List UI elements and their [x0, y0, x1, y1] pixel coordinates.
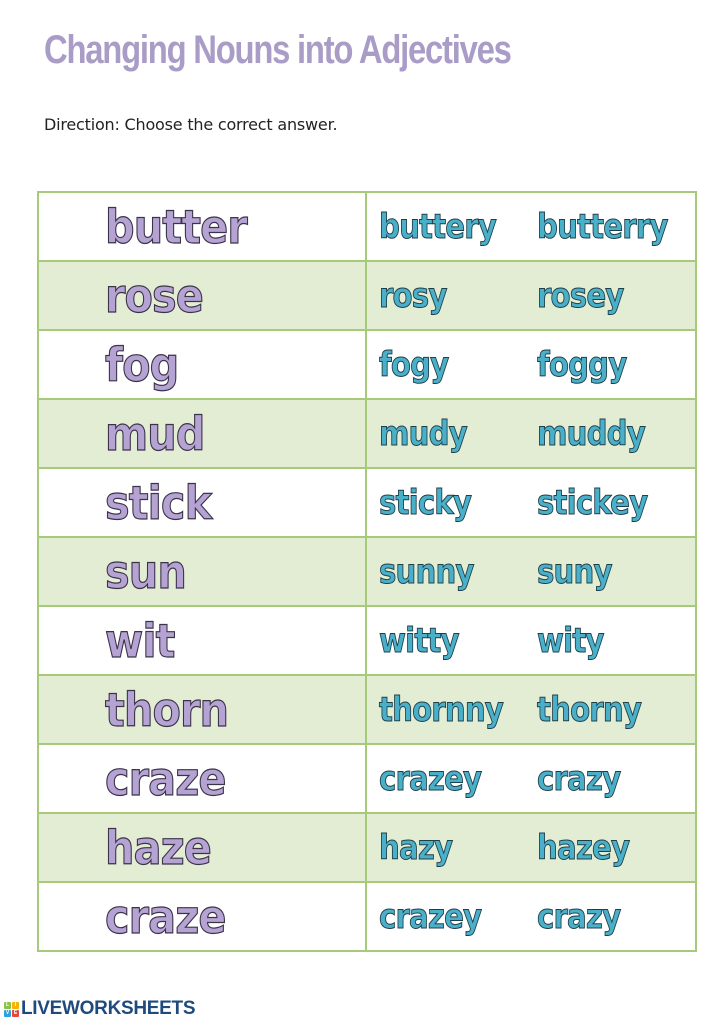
logo-cell: I [12, 1001, 19, 1009]
answer-option[interactable]: stickey [537, 485, 649, 520]
answer-option[interactable]: butterry [537, 209, 669, 244]
answer-table: butter buttery butterry rose rosy rosey fog fog… [37, 191, 697, 952]
answer-option[interactable]: mudy [379, 416, 469, 451]
answer-option[interactable]: crazey [379, 899, 483, 934]
options-cell: mudy muddy [365, 398, 697, 469]
options-cell: thornny thorny [365, 674, 697, 745]
options-cell: sunny suny [365, 536, 697, 607]
noun-word: craze [104, 751, 227, 806]
options-cell: witty wity [365, 605, 697, 676]
answer-options: witty wity [367, 607, 695, 674]
table-row: rose rosy rosey [37, 260, 697, 331]
options-cell: buttery butterry [365, 191, 697, 262]
answer-option[interactable]: thornny [379, 692, 505, 727]
table-row: craze crazey crazy [37, 881, 697, 952]
noun-cell: mud [37, 398, 367, 469]
worksheet-title: Changing Nouns into Adjectives [44, 28, 512, 72]
noun-cell: thorn [37, 674, 367, 745]
answer-option[interactable]: rosey [537, 278, 625, 313]
table-row: butter buttery butterry [37, 191, 697, 262]
noun-word: wit [104, 613, 176, 668]
table-row: wit witty wity [37, 605, 697, 676]
noun-cell: stick [37, 467, 367, 538]
answer-option[interactable]: buttery [379, 209, 498, 244]
brand-name: LIVEWORKSHEETS [21, 998, 196, 1019]
answer-option[interactable]: hazy [379, 830, 454, 865]
noun-cell: sun [37, 536, 367, 607]
table-row: thorn thornny thorny [37, 674, 697, 745]
table-row: sun sunny suny [37, 536, 697, 607]
table-row: fog fogy foggy [37, 329, 697, 400]
answer-options: crazey crazy [367, 883, 695, 950]
noun-word: craze [104, 889, 227, 944]
noun-cell: rose [37, 260, 367, 331]
options-cell: sticky stickey [365, 467, 697, 538]
logo-cell: E [12, 1009, 19, 1017]
answer-option[interactable]: sunny [379, 554, 475, 589]
options-cell: hazy hazey [365, 812, 697, 883]
noun-word: rose [104, 268, 204, 323]
noun-cell: butter [37, 191, 367, 262]
liveworksheets-logo-icon: L I V E [4, 1001, 19, 1017]
noun-word: butter [104, 199, 248, 254]
options-cell: fogy foggy [365, 329, 697, 400]
answer-option[interactable]: crazy [537, 899, 622, 934]
noun-cell: haze [37, 812, 367, 883]
table-row: stick sticky stickey [37, 467, 697, 538]
direction-text: Direction: Choose the correct answer. [44, 115, 338, 134]
noun-cell: craze [37, 743, 367, 814]
answer-options: rosy rosey [367, 262, 695, 329]
answer-option[interactable]: hazey [537, 830, 631, 865]
liveworksheets-brand: L I V E LIVEWORKSHEETS [4, 998, 196, 1020]
options-cell: crazey crazy [365, 881, 697, 952]
noun-cell: fog [37, 329, 367, 400]
logo-cell: V [4, 1009, 11, 1017]
noun-word: mud [104, 406, 206, 461]
answer-options: thornny thorny [367, 676, 695, 743]
answer-option[interactable]: thorny [537, 692, 643, 727]
answer-options: buttery butterry [367, 193, 695, 260]
table-row: haze hazy hazey [37, 812, 697, 883]
answer-option[interactable]: witty [379, 623, 460, 658]
logo-cell: L [4, 1001, 11, 1009]
answer-option[interactable]: suny [537, 554, 613, 589]
answer-table-body: butter buttery butterry rose rosy rosey fog fog… [37, 191, 697, 952]
answer-options: sticky stickey [367, 469, 695, 536]
answer-option[interactable]: crazey [379, 761, 483, 796]
options-cell: crazey crazy [365, 743, 697, 814]
answer-options: mudy muddy [367, 400, 695, 467]
answer-option[interactable]: crazy [537, 761, 622, 796]
answer-options: fogy foggy [367, 331, 695, 398]
table-row: mud mudy muddy [37, 398, 697, 469]
noun-word: fog [104, 337, 179, 392]
answer-options: sunny suny [367, 538, 695, 605]
answer-option[interactable]: muddy [537, 416, 647, 451]
noun-word: sun [104, 544, 187, 599]
answer-option[interactable]: sticky [379, 485, 473, 520]
answer-option[interactable]: fogy [379, 347, 450, 382]
noun-word: haze [104, 820, 212, 875]
noun-cell: wit [37, 605, 367, 676]
table-row: craze crazey crazy [37, 743, 697, 814]
noun-word: thorn [104, 682, 229, 737]
options-cell: rosy rosey [365, 260, 697, 331]
noun-cell: craze [37, 881, 367, 952]
answer-option[interactable]: rosy [379, 278, 448, 313]
noun-word: stick [104, 475, 212, 530]
answer-options: hazy hazey [367, 814, 695, 881]
answer-option[interactable]: foggy [537, 347, 628, 382]
answer-option[interactable]: wity [537, 623, 605, 658]
answer-options: crazey crazy [367, 745, 695, 812]
